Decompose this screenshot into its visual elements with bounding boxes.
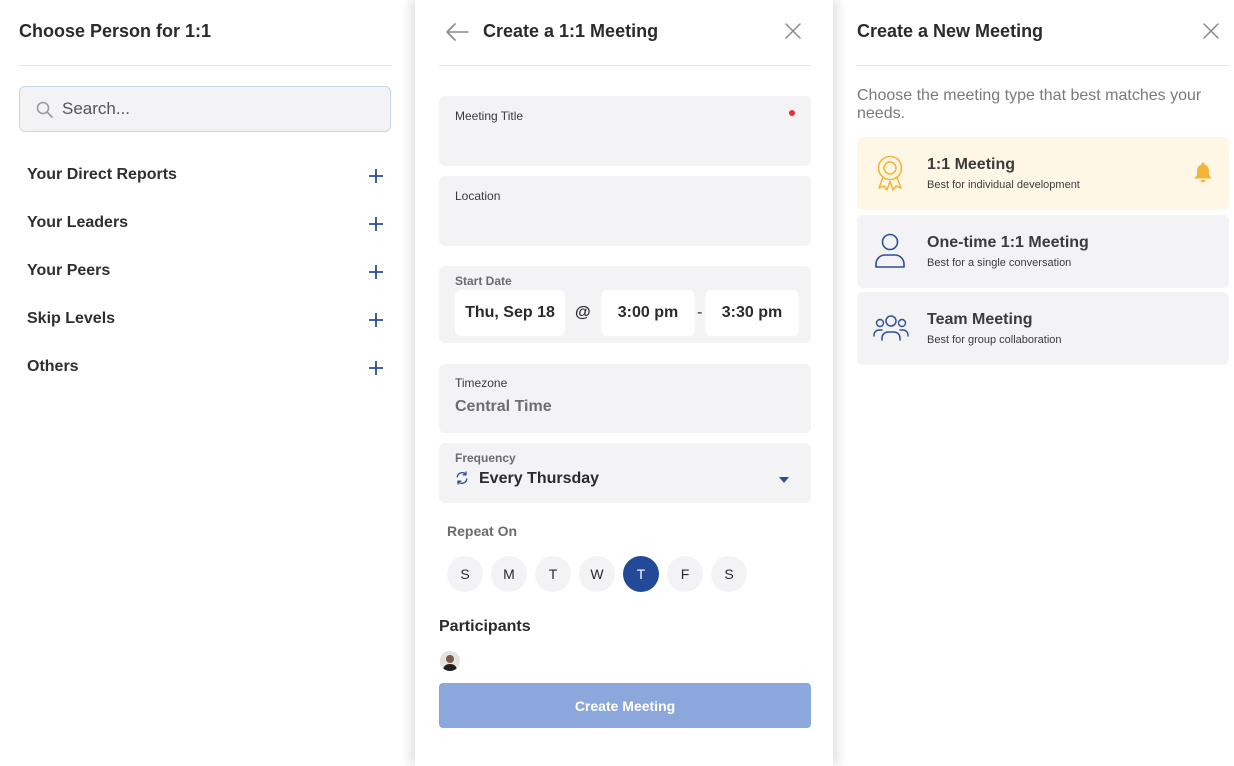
field-label: Start Date: [455, 274, 512, 288]
panel-title: Create a New Meeting: [857, 21, 1044, 41]
meeting-type-team[interactable]: Team Meeting Best for group collaboratio…: [857, 292, 1229, 365]
card-title: Team Meeting: [927, 311, 1033, 328]
plus-icon[interactable]: [369, 217, 383, 231]
panel-title: Choose Person for 1:1: [19, 21, 212, 41]
card-title: 1:1 Meeting: [927, 156, 1016, 173]
required-indicator: [789, 110, 795, 116]
card-subtitle: Best for group collaboration: [927, 334, 1062, 346]
close-icon[interactable]: [1203, 23, 1219, 39]
day-wednesday[interactable]: W: [579, 556, 615, 592]
time-separator: -: [697, 304, 703, 321]
day-sunday[interactable]: S: [447, 556, 483, 592]
choose-person-panel: Choose Person for 1:1 Your Direct Report…: [0, 0, 410, 766]
search-input[interactable]: [62, 87, 372, 131]
repeat-icon: [456, 471, 468, 485]
search-box[interactable]: [19, 86, 391, 132]
plus-icon[interactable]: [369, 265, 383, 279]
award-ribbon-icon: [877, 155, 903, 191]
timezone-value: Central Time: [455, 398, 552, 415]
end-time-picker[interactable]: 3:30 pm: [705, 290, 799, 336]
plus-icon[interactable]: [369, 313, 383, 327]
group-others[interactable]: Others: [27, 354, 385, 382]
group-skip-levels[interactable]: Skip Levels: [27, 306, 385, 334]
create-meeting-panel: Create a 1:1 Meeting Meeting Title Locat…: [415, 0, 833, 766]
group-label: Your Peers: [27, 262, 111, 279]
participant-avatar[interactable]: [440, 651, 460, 671]
new-meeting-panel: Create a New Meeting Choose the meeting …: [833, 0, 1234, 766]
field-label: Timezone: [455, 376, 508, 390]
group-label: Skip Levels: [27, 310, 116, 327]
search-icon: [36, 101, 53, 118]
day-thursday[interactable]: T: [623, 556, 659, 592]
start-date-group: Start Date Thu, Sep 18 @ 3:00 pm - 3:30 …: [439, 266, 811, 343]
timezone-field[interactable]: Timezone Central Time: [439, 364, 811, 433]
day-friday[interactable]: F: [667, 556, 703, 592]
group-label: Others: [27, 358, 79, 375]
card-title: One-time 1:1 Meeting: [927, 234, 1089, 251]
field-label: Frequency: [455, 451, 516, 465]
meeting-type-one-time[interactable]: One-time 1:1 Meeting Best for a single c…: [857, 215, 1229, 288]
close-icon[interactable]: [785, 23, 801, 39]
new-meeting-header: Create a New Meeting: [857, 0, 1229, 66]
meeting-title-field[interactable]: Meeting Title: [439, 96, 811, 166]
chevron-down-icon: [779, 477, 789, 483]
at-separator: @: [575, 304, 591, 321]
group-peers[interactable]: Your Peers: [27, 258, 385, 286]
create-meeting-button[interactable]: Create Meeting: [439, 683, 811, 728]
card-subtitle: Best for individual development: [927, 179, 1080, 191]
group-label: Your Leaders: [27, 214, 129, 231]
frequency-value: Every Thursday: [479, 470, 600, 487]
date-picker[interactable]: Thu, Sep 18: [455, 290, 565, 336]
frequency-select[interactable]: Frequency Every Thursday: [439, 443, 811, 503]
card-subtitle: Best for a single conversation: [927, 257, 1072, 269]
person-icon: [875, 233, 905, 268]
repeat-on-label: Repeat On: [447, 523, 518, 539]
meeting-type-one-on-one[interactable]: 1:1 Meeting Best for individual developm…: [857, 137, 1229, 210]
group-direct-reports[interactable]: Your Direct Reports: [27, 162, 385, 190]
plus-icon[interactable]: [369, 169, 383, 183]
bell-icon: [1195, 162, 1211, 183]
day-monday[interactable]: M: [491, 556, 527, 592]
group-leaders[interactable]: Your Leaders: [27, 210, 385, 238]
field-label: Meeting Title: [455, 109, 524, 123]
back-arrow-icon[interactable]: [445, 22, 469, 42]
intro-text: Choose the meeting type that best matche…: [857, 87, 1202, 122]
day-saturday[interactable]: S: [711, 556, 747, 592]
participants-label: Participants: [439, 618, 531, 635]
plus-icon[interactable]: [369, 361, 383, 375]
field-label: Location: [455, 189, 501, 203]
location-field[interactable]: Location: [439, 176, 811, 246]
group-icon: [873, 315, 909, 341]
day-tuesday[interactable]: T: [535, 556, 571, 592]
start-time-picker[interactable]: 3:00 pm: [601, 290, 695, 336]
panel-title: Create a 1:1 Meeting: [483, 21, 659, 41]
create-meeting-header: Create a 1:1 Meeting: [439, 0, 811, 66]
group-label: Your Direct Reports: [27, 166, 177, 183]
choose-person-header: Choose Person for 1:1: [19, 0, 391, 66]
